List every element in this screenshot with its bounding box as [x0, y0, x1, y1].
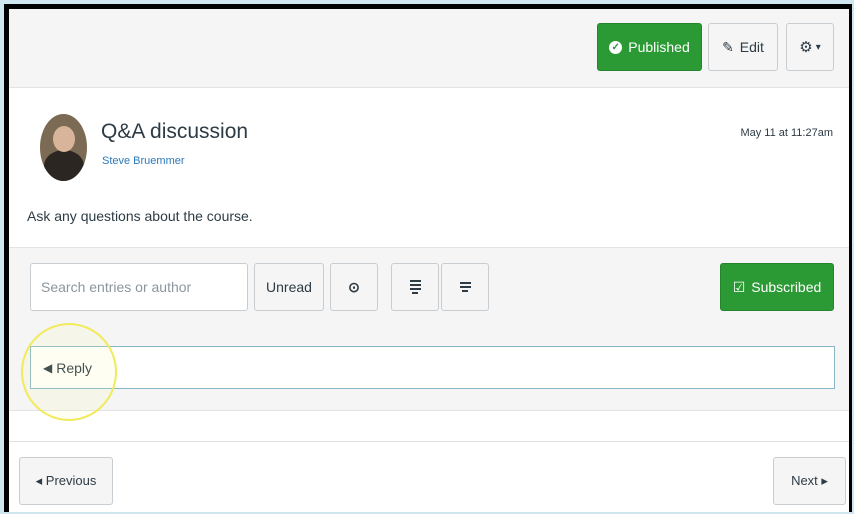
collapse-all-button[interactable] — [441, 263, 489, 311]
divider — [9, 441, 849, 442]
unread-button[interactable]: Unread — [254, 263, 324, 311]
gear-icon: ⚙ — [799, 39, 813, 56]
previous-button[interactable]: ◂ Previous — [19, 457, 113, 505]
expand-all-button[interactable] — [391, 263, 439, 311]
eye-icon: ⊙ — [348, 278, 360, 295]
edit-label: Edit — [739, 39, 764, 55]
subscribed-label: Subscribed — [751, 279, 822, 295]
avatar[interactable] — [40, 114, 87, 181]
chevron-down-icon: ▾ — [815, 41, 821, 53]
reply-arrow-icon: ◀ — [43, 360, 53, 375]
published-button[interactable]: ✓ Published — [597, 23, 702, 71]
mark-read-button[interactable]: ⊙ — [330, 263, 378, 311]
check-circle-icon: ✓ — [609, 40, 623, 54]
discussion-message: Ask any questions about the course. — [27, 208, 253, 224]
edit-button[interactable]: ✎ Edit — [708, 23, 778, 71]
reply-label: Reply — [56, 359, 93, 376]
collapse-icon — [459, 282, 471, 292]
discussion-page: ✓ Published ✎ Edit ⚙ ▾ Q&A discussion St… — [9, 9, 849, 512]
search-input[interactable] — [30, 263, 248, 311]
next-button[interactable]: Next ▸ — [773, 457, 846, 505]
pencil-icon: ✎ — [722, 38, 734, 55]
expand-icon — [409, 280, 421, 294]
checkbox-icon: ☑ — [732, 278, 746, 295]
author-link[interactable]: Steve Bruemmer — [102, 155, 185, 167]
reply-input[interactable]: ◀ Reply — [30, 346, 835, 389]
post-date: May 11 at 11:27am — [740, 127, 833, 139]
published-label: Published — [628, 39, 690, 55]
subscribed-button[interactable]: ☑ Subscribed — [720, 263, 834, 311]
settings-menu-button[interactable]: ⚙ ▾ — [786, 23, 834, 71]
page-title: Q&A discussion — [101, 120, 249, 143]
